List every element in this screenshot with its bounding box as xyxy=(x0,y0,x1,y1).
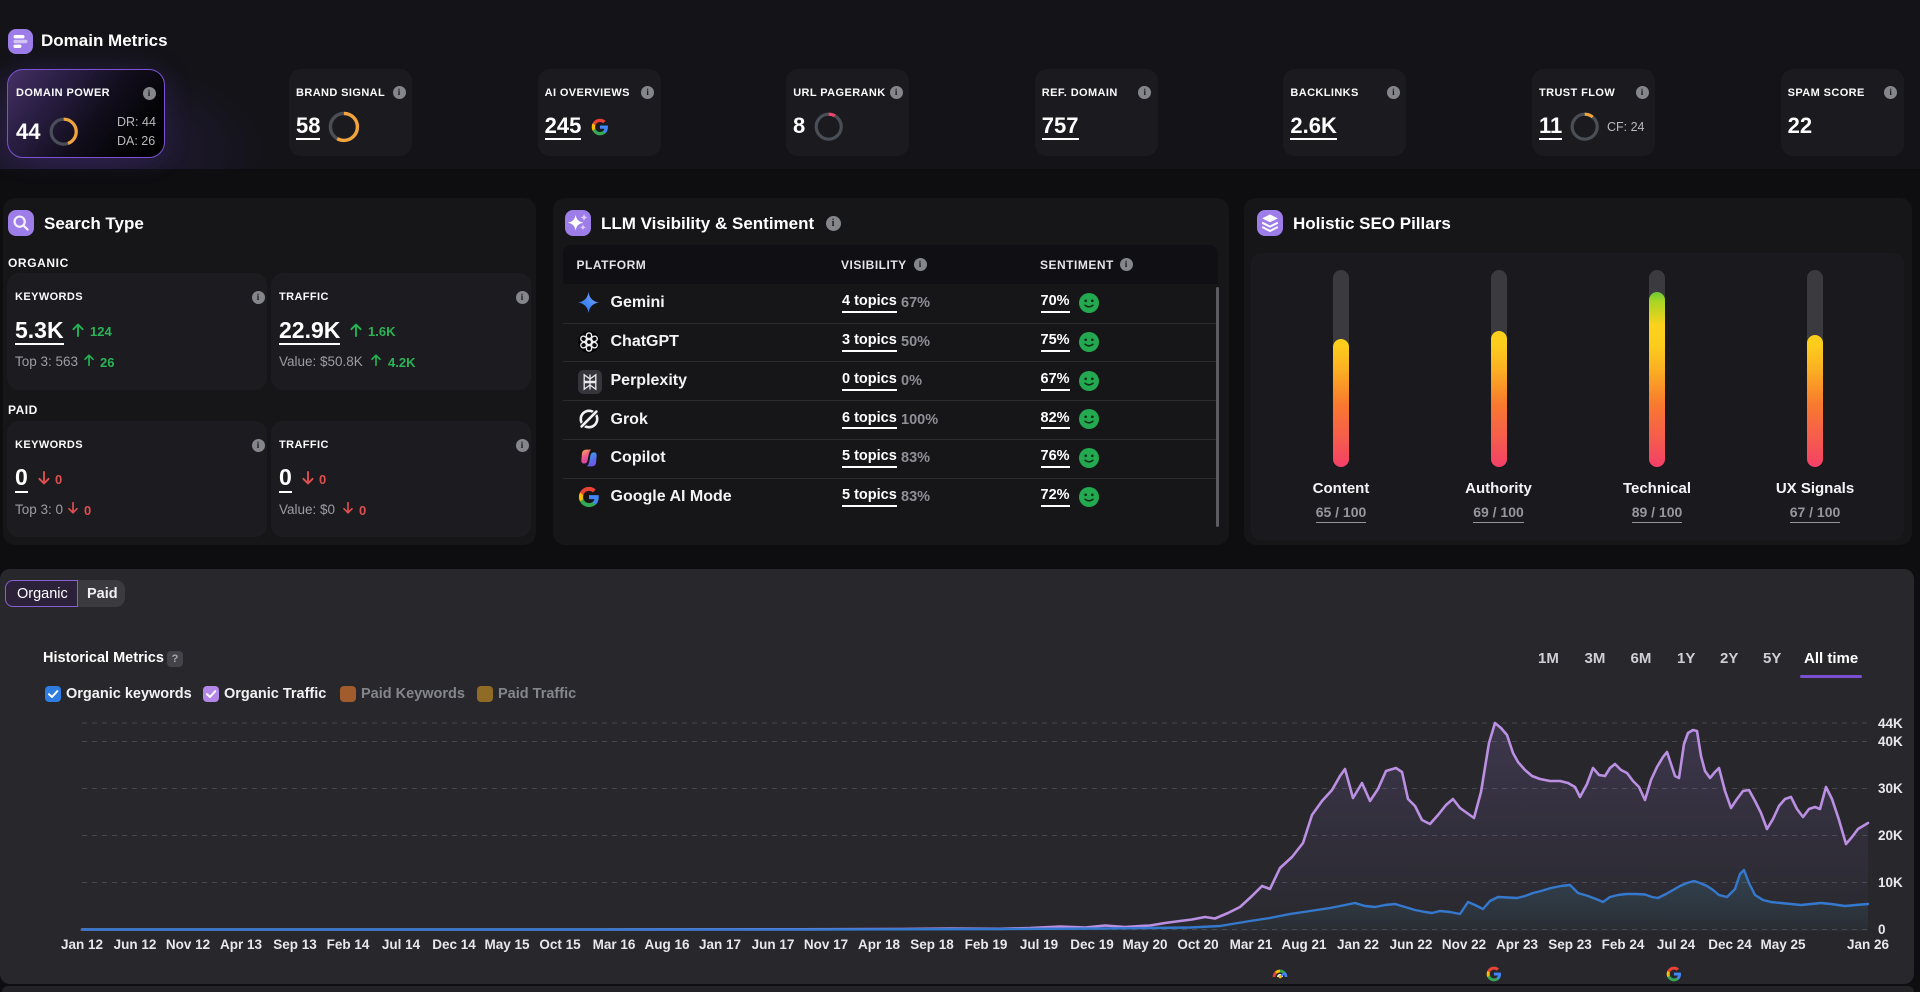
svg-text:Oct 20: Oct 20 xyxy=(1177,937,1218,952)
svg-text:30K: 30K xyxy=(1878,781,1903,796)
svg-text:Feb 24: Feb 24 xyxy=(1602,937,1645,952)
svg-text:Mar 21: Mar 21 xyxy=(1230,937,1273,952)
svg-text:Jan 17: Jan 17 xyxy=(699,937,741,952)
svg-text:10K: 10K xyxy=(1878,875,1903,890)
svg-text:Feb 19: Feb 19 xyxy=(965,937,1008,952)
svg-text:Mar 16: Mar 16 xyxy=(593,937,636,952)
svg-text:May 25: May 25 xyxy=(1760,937,1806,952)
svg-text:Jul 24: Jul 24 xyxy=(1657,937,1696,952)
svg-text:Jan 26: Jan 26 xyxy=(1847,937,1890,952)
svg-text:Apr 18: Apr 18 xyxy=(858,937,901,952)
svg-text:Dec 14: Dec 14 xyxy=(432,937,476,952)
svg-text:Nov 12: Nov 12 xyxy=(166,937,210,952)
svg-text:Aug 16: Aug 16 xyxy=(644,937,690,952)
svg-text:Oct 15: Oct 15 xyxy=(539,937,581,952)
svg-text:Apr 13: Apr 13 xyxy=(220,937,263,952)
svg-text:Jun 17: Jun 17 xyxy=(752,937,795,952)
svg-text:Nov 22: Nov 22 xyxy=(1442,937,1486,952)
svg-text:Jul 14: Jul 14 xyxy=(382,937,421,952)
svg-text:Jun 12: Jun 12 xyxy=(114,937,157,952)
svg-text:44K: 44K xyxy=(1878,716,1903,731)
svg-text:Dec 19: Dec 19 xyxy=(1070,937,1114,952)
svg-text:Sep 13: Sep 13 xyxy=(273,937,317,952)
svg-text:Jan 22: Jan 22 xyxy=(1337,937,1379,952)
svg-text:40K: 40K xyxy=(1878,734,1903,749)
svg-text:May 15: May 15 xyxy=(484,937,530,952)
svg-text:Dec 24: Dec 24 xyxy=(1708,937,1752,952)
svg-text:20K: 20K xyxy=(1878,828,1903,843)
svg-text:Jan 12: Jan 12 xyxy=(61,937,103,952)
svg-text:Sep 18: Sep 18 xyxy=(910,937,954,952)
svg-text:Nov 17: Nov 17 xyxy=(804,937,848,952)
svg-text:Apr 23: Apr 23 xyxy=(1496,937,1539,952)
svg-text:0: 0 xyxy=(1878,922,1886,937)
svg-text:Sep 23: Sep 23 xyxy=(1548,937,1592,952)
svg-text:Jul 19: Jul 19 xyxy=(1020,937,1058,952)
svg-text:Aug 21: Aug 21 xyxy=(1281,937,1327,952)
svg-text:Feb 14: Feb 14 xyxy=(327,937,370,952)
svg-text:May 20: May 20 xyxy=(1122,937,1167,952)
svg-text:Jun 22: Jun 22 xyxy=(1390,937,1433,952)
